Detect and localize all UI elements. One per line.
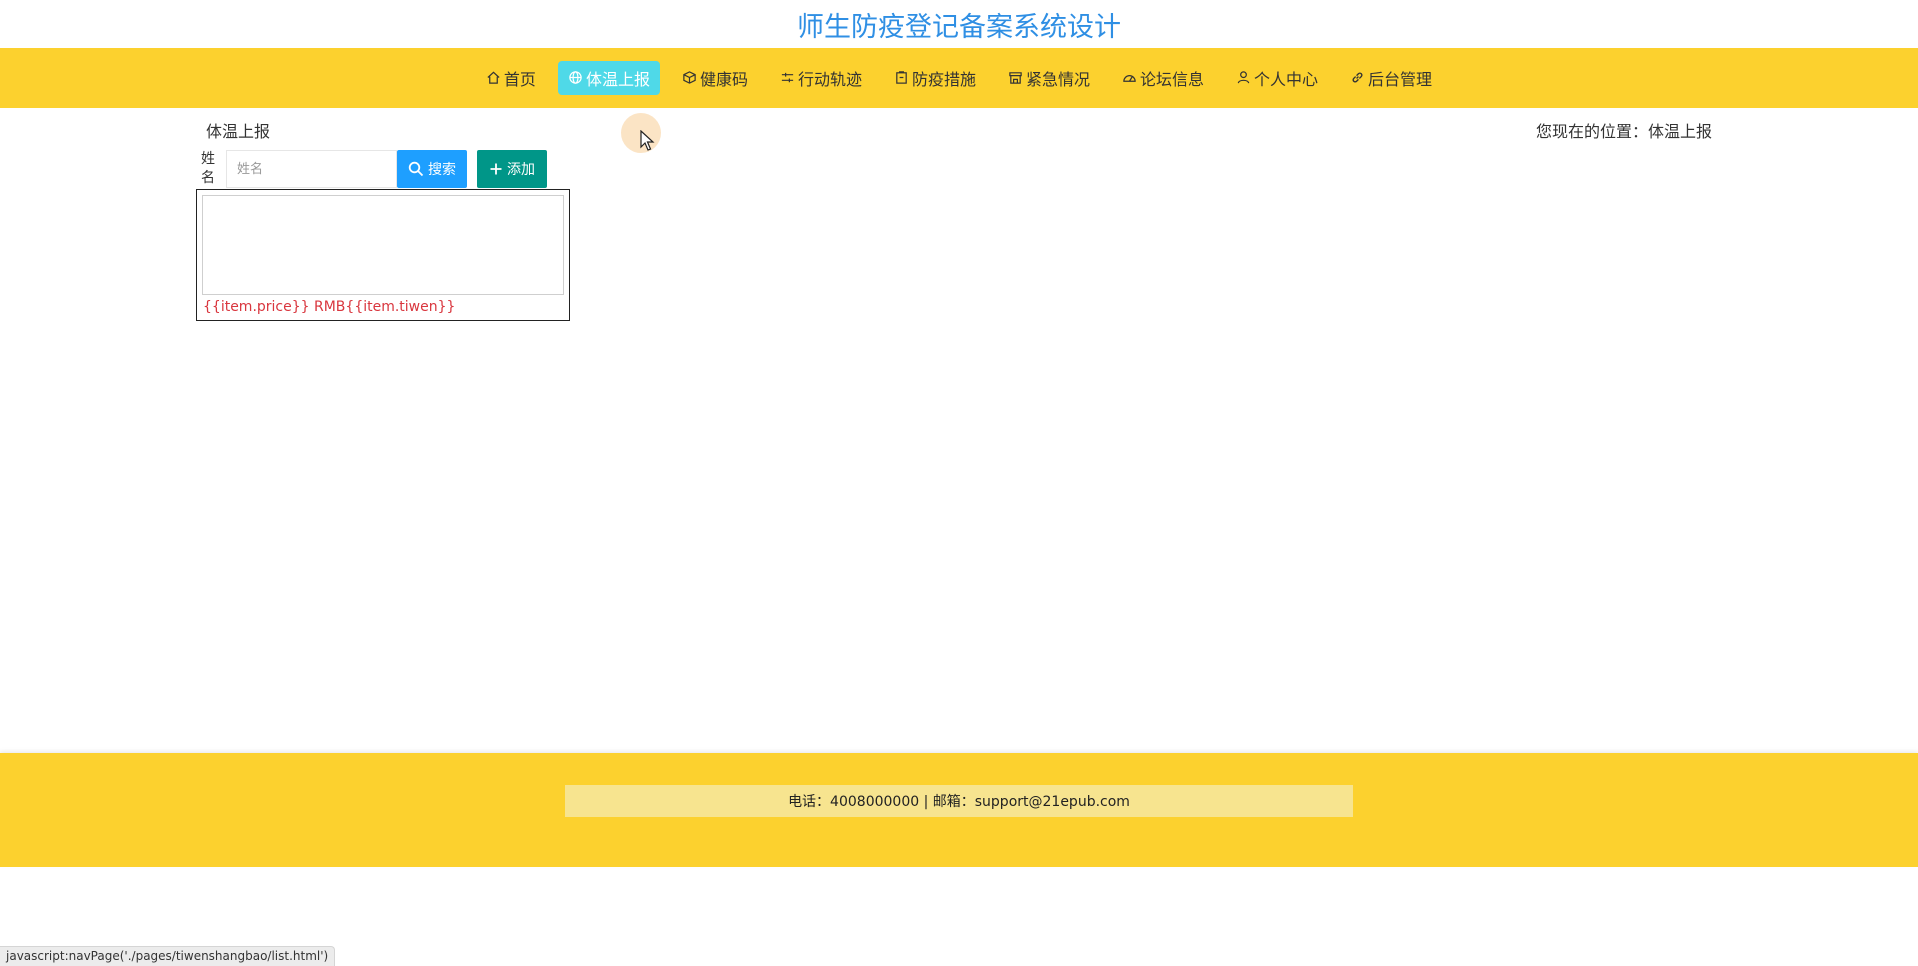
cube-icon xyxy=(682,70,698,86)
nav-item-emergency[interactable]: 紧急情况 xyxy=(998,61,1100,95)
list-item[interactable]: {{item.price}} RMB{{item.tiwen}} xyxy=(196,189,570,321)
nav-item-label: 个人中心 xyxy=(1254,70,1319,89)
sliders-icon xyxy=(780,70,796,86)
nav-item-forum[interactable]: 论坛信息 xyxy=(1112,61,1214,95)
plus-icon xyxy=(490,163,502,175)
nav-item-admin[interactable]: 后台管理 xyxy=(1340,61,1442,95)
breadcrumb-location: 您现在的位置：体温上报 xyxy=(1536,122,1713,141)
add-button[interactable]: 添加 xyxy=(477,150,547,188)
add-button-label: 添加 xyxy=(507,162,535,178)
nav-item-movement-track[interactable]: 行动轨迹 xyxy=(770,61,872,95)
mouse-cursor-icon xyxy=(640,130,655,151)
nav-item-label: 体温上报 xyxy=(585,70,650,89)
name-search-input[interactable] xyxy=(226,150,397,188)
footer-contact-info: 电话：4008000000 | 邮箱：support@21epub.com xyxy=(565,785,1353,817)
nav-item-home[interactable]: 首页 xyxy=(476,61,546,95)
clipboard-icon xyxy=(894,70,910,86)
page-title: 体温上报 xyxy=(206,122,271,141)
site-footer: 电话：4008000000 | 邮箱：support@21epub.com xyxy=(0,753,1918,867)
item-price-text: {{item.price}} RMB{{item.tiwen}} xyxy=(203,299,456,315)
search-button[interactable]: 搜索 xyxy=(397,150,467,188)
nav-item-label: 后台管理 xyxy=(1368,70,1433,89)
browser-status-bar: javascript:navPage('./pages/tiwenshangba… xyxy=(0,946,336,966)
nav-item-temperature-report[interactable]: 体温上报 xyxy=(557,61,660,95)
link-icon xyxy=(1350,70,1366,86)
nav-item-label: 健康码 xyxy=(699,70,748,89)
user-icon xyxy=(1236,70,1252,86)
home-icon xyxy=(486,70,502,86)
site-title: 师生防疫登记备案系统设计 xyxy=(797,11,1121,43)
nav-item-health-code[interactable]: 健康码 xyxy=(672,61,758,95)
nav-item-label: 首页 xyxy=(503,70,536,89)
search-icon xyxy=(408,161,424,177)
item-image-placeholder[interactable] xyxy=(202,195,564,295)
nav-item-label: 防疫措施 xyxy=(911,70,976,89)
nav-item-personal-center[interactable]: 个人中心 xyxy=(1226,61,1328,95)
search-name-label: 姓名 xyxy=(201,151,215,186)
main-navbar: 首页 体温上报 健康码 行动轨迹 防疫措施 紧急情况 论坛信息 个人中心 后台管… xyxy=(0,48,1918,108)
gauge-icon xyxy=(1122,70,1138,86)
nav-item-prevention-measures[interactable]: 防疫措施 xyxy=(884,61,986,95)
search-button-label: 搜索 xyxy=(428,162,456,178)
globe-icon xyxy=(568,70,584,86)
nav-item-label: 论坛信息 xyxy=(1140,70,1205,89)
shop-icon xyxy=(1008,70,1024,86)
nav-item-label: 紧急情况 xyxy=(1026,70,1091,89)
nav-item-label: 行动轨迹 xyxy=(797,70,862,89)
